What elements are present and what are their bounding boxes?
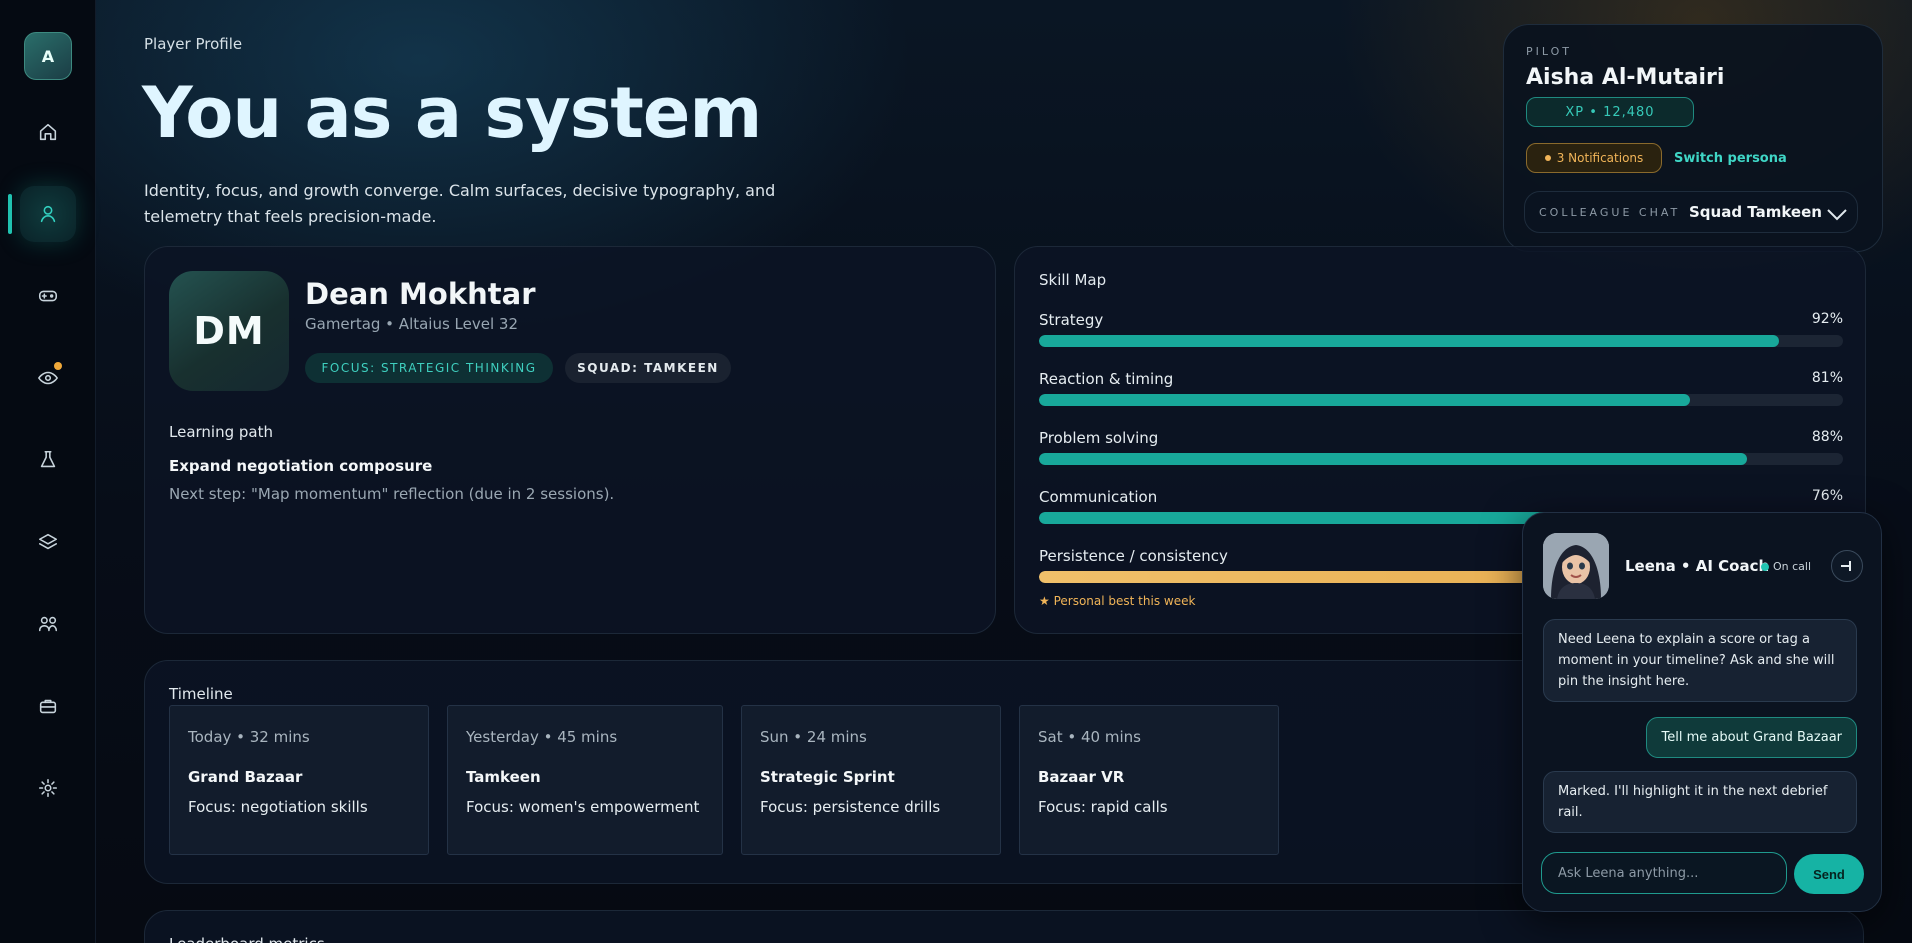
notification-dot-icon [1544,155,1551,161]
focus-chip[interactable]: FOCUS: STRATEGIC THINKING [305,353,553,383]
timeline-title: Tamkeen [466,768,541,786]
skill-percent: 76% [1811,488,1843,504]
coach-message-input[interactable] [1541,852,1787,894]
notification-dot [54,362,62,370]
send-button[interactable]: Send [1794,854,1864,894]
skill-name: Strategy [1039,311,1104,329]
skill-percent: 92% [1811,311,1843,327]
coach-status: On call [1761,560,1811,573]
profile-avatar: DM [169,271,289,391]
skill-percent: 81% [1811,370,1843,386]
leaderboard-heading: Leaderboard metrics [169,935,325,943]
skill-name: Reaction & timing [1039,370,1174,388]
skill-track [1039,453,1843,465]
page-eyebrow: Player Profile [144,35,243,53]
colleague-chat-label: COLLEAGUE CHAT [1539,206,1681,219]
flask-icon [40,450,56,468]
active-indicator [8,194,12,234]
timeline-focus: Focus: negotiation skills [188,798,368,816]
sidebar-item-modules[interactable] [20,514,76,570]
notifications-button[interactable]: 3 Notifications [1526,143,1662,173]
learning-path-heading: Learning path [169,423,273,441]
profile-card: DM Dean Mokhtar Gamertag • Altaius Level… [144,246,996,634]
chat-message-user: Tell me about Grand Bazaar [1646,717,1857,758]
colleague-chat-value: Squad Tamkeen [1689,203,1822,221]
collapse-icon [1841,561,1851,571]
chat-message-bot: Need Leena to explain a score or tag a m… [1543,619,1857,702]
timeline-title: Grand Bazaar [188,768,303,786]
sidebar: A [0,0,96,943]
timeline-item[interactable]: Sat • 40 mins Bazaar VR Focus: rapid cal… [1019,705,1279,855]
ai-coach-panel: Leena • AI Coach On call Need Leena to e… [1522,512,1882,912]
timeline-focus: Focus: women's empowerment [466,798,700,816]
briefcase-icon [39,699,57,714]
timeline-item[interactable]: Today • 32 mins Grand Bazaar Focus: nego… [169,705,429,855]
colleague-chat-select[interactable]: COLLEAGUE CHAT Squad Tamkeen [1524,191,1858,233]
profile-name: Dean Mokhtar [305,277,536,311]
sidebar-item-lab[interactable] [20,432,76,488]
skill-percent: 88% [1811,429,1843,445]
notifications-label: 3 Notifications [1556,151,1644,165]
learning-path-next-step: Next step: "Map momentum" reflection (du… [169,485,615,503]
sidebar-item-insights[interactable] [20,350,76,406]
account-avatar[interactable]: A [24,32,72,80]
timeline-heading: Timeline [169,685,233,703]
skill-fill [1039,335,1779,347]
sidebar-item-profile[interactable] [20,186,76,242]
coach-status-label: On call [1773,560,1812,573]
chat-message-bot: Marked. I'll highlight it in the next de… [1543,771,1857,833]
sidebar-item-portfolio[interactable] [20,678,76,734]
eye-icon [38,371,58,385]
profile-tagline: Gamertag • Altaius Level 32 [305,315,519,333]
sidebar-item-games[interactable] [20,268,76,324]
page-title: You as a system [142,72,762,154]
xp-badge: XP • 12,480 [1526,97,1694,127]
skill-name: Problem solving [1039,429,1159,447]
sidebar-item-home[interactable] [20,104,76,160]
switch-persona-link[interactable]: Switch persona [1674,151,1787,166]
users-icon [38,616,58,632]
home-icon [39,123,57,141]
coach-portrait-icon [1543,533,1609,599]
skill-fill [1039,394,1691,406]
layers-icon [38,533,58,550]
skill-name: Communication [1039,488,1158,506]
gear-icon [38,778,58,798]
sidebar-item-settings[interactable] [20,760,76,816]
personal-best-note: ★ Personal best this week [1039,594,1196,608]
timeline-when: Today • 32 mins [188,728,310,746]
coach-avatar [1543,533,1609,599]
collapse-panel-button[interactable] [1831,550,1863,582]
timeline-when: Sat • 40 mins [1038,728,1141,746]
timeline-focus: Focus: rapid calls [1038,798,1168,816]
pilot-card: PILOT Aisha Al-Mutairi XP • 12,480 3 Not… [1503,24,1883,252]
online-dot-icon [1761,562,1769,571]
timeline-title: Bazaar VR [1038,768,1125,786]
timeline-when: Sun • 24 mins [760,728,867,746]
skill-fill [1039,453,1747,465]
skill-name: Persistence / consistency [1039,547,1228,565]
pilot-name: Aisha Al-Mutairi [1526,65,1725,90]
sidebar-item-squad[interactable] [20,596,76,652]
timeline-item[interactable]: Sun • 24 mins Strategic Sprint Focus: pe… [741,705,1001,855]
chevron-down-icon [1827,209,1847,221]
page-subtitle: Identity, focus, and growth converge. Ca… [144,181,776,226]
timeline-focus: Focus: persistence drills [760,798,941,816]
coach-name: Leena • AI Coach [1625,557,1770,575]
pilot-label: PILOT [1526,45,1572,58]
timeline-when: Yesterday • 45 mins [466,728,618,746]
skill-track [1039,335,1843,347]
gamepad-icon [38,290,58,302]
squad-chip[interactable]: SQUAD: TAMKEEN [565,353,731,383]
skill-map-heading: Skill Map [1039,271,1107,289]
timeline-title: Strategic Sprint [760,768,895,786]
user-icon [40,205,56,223]
skill-track [1039,394,1843,406]
learning-path-title: Expand negotiation composure [169,457,433,475]
leaderboard-card: Leaderboard metrics [144,910,1864,943]
timeline-item[interactable]: Yesterday • 45 mins Tamkeen Focus: women… [447,705,723,855]
